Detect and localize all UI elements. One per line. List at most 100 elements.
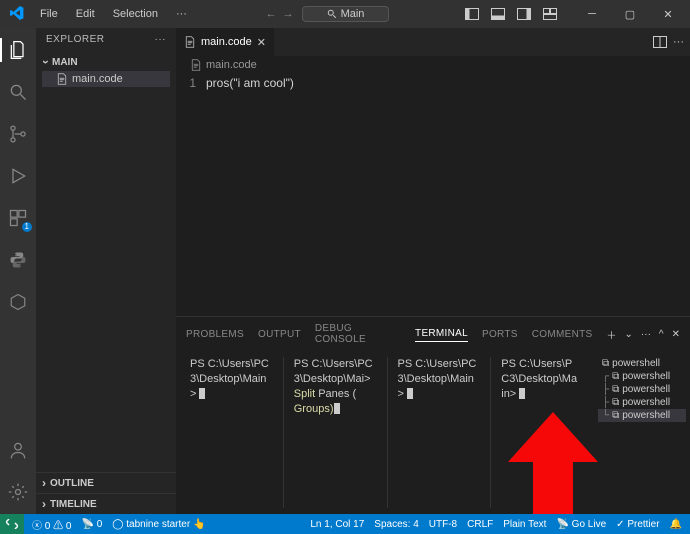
activity-extensions[interactable]: 1 [0, 202, 36, 234]
activity-source-control[interactable] [0, 118, 36, 150]
close-panel-icon[interactable]: ✕ [672, 329, 680, 340]
chevron-right-icon [42, 497, 46, 511]
cursor-icon [407, 388, 413, 399]
new-terminal-icon[interactable]: ＋ [607, 327, 617, 342]
file-icon [184, 36, 196, 48]
nav-back-icon[interactable]: ← [266, 8, 277, 20]
vscode-logo-icon [10, 6, 26, 22]
panel-tab-terminal[interactable]: TERMINAL [415, 326, 468, 342]
search-icon [327, 9, 337, 19]
status-bell-icon[interactable]: 🔔 [670, 519, 682, 530]
code-editor[interactable]: 1 pros("i am cool") [176, 74, 690, 316]
toggle-secondary-sidebar-icon[interactable] [512, 3, 536, 25]
panel-tab-output[interactable]: OUTPUT [258, 327, 301, 342]
editor-tabs: main.code ✕ ··· [176, 28, 690, 56]
tab-label: main.code [201, 36, 252, 48]
folder-section-header[interactable]: MAIN [42, 53, 170, 71]
outline-section[interactable]: OUTLINE [36, 472, 176, 493]
toggle-panel-icon[interactable] [486, 3, 510, 25]
panel-tab-ports[interactable]: PORTS [482, 327, 518, 342]
status-encoding[interactable]: UTF-8 [429, 519, 457, 530]
breadcrumb[interactable]: main.code [176, 56, 690, 74]
status-cursor-position[interactable]: Ln 1, Col 17 [310, 519, 364, 530]
cursor-icon [334, 403, 340, 414]
maximize-panel-icon[interactable]: ^ [659, 329, 664, 340]
menu-selection[interactable]: Selection [105, 6, 166, 22]
explorer-title: EXPLORER [46, 34, 104, 45]
terminal-pane-2[interactable]: PS C:\Users\PC 3\Desktop\Mai> Split Pane… [288, 357, 388, 508]
terminal-container: PS C:\Users\PC 3\Desktop\Main > PS C:\Us… [176, 351, 690, 514]
remote-indicator[interactable] [0, 514, 24, 534]
panel-tab-problems[interactable]: PROBLEMS [186, 327, 244, 342]
status-ports[interactable]: 📡 0 [81, 519, 102, 530]
explorer-more-icon[interactable]: ··· [155, 34, 167, 45]
cursor-icon [519, 388, 525, 399]
code-line: pros("i am cool") [206, 76, 294, 316]
activity-search[interactable] [0, 76, 36, 108]
split-terminal-dropdown-icon[interactable]: ⌄ [625, 329, 633, 340]
ps-icon: ⧉ [612, 384, 619, 395]
outline-label: OUTLINE [50, 478, 94, 489]
breadcrumb-label: main.code [206, 59, 257, 71]
terminal-list-item[interactable]: ├⧉powershell [598, 383, 686, 396]
minimize-button[interactable]: ─ [574, 2, 610, 26]
file-icon [190, 59, 202, 71]
status-bar: ⓧ 0 ⚠ 0 📡 0 ◯ tabnine starter 👆 Ln 1, Co… [0, 514, 690, 534]
panel-more-icon[interactable]: ··· [641, 329, 651, 340]
terminal-list-item[interactable]: ⧉powershell [598, 357, 686, 370]
menu-file[interactable]: File [32, 6, 66, 22]
activity-accounts[interactable] [0, 434, 36, 466]
bottom-panel: PROBLEMS OUTPUT DEBUG CONSOLE TERMINAL P… [176, 316, 690, 514]
ps-icon: ⧉ [612, 397, 619, 408]
extensions-badge: 1 [22, 222, 32, 232]
toggle-primary-sidebar-icon[interactable] [460, 3, 484, 25]
activity-run-debug[interactable] [0, 160, 36, 192]
activity-settings[interactable] [0, 476, 36, 508]
file-item-main[interactable]: main.code [42, 71, 170, 87]
maximize-button[interactable]: ▢ [612, 2, 648, 26]
tab-main-code[interactable]: main.code ✕ [176, 28, 275, 56]
terminal-pane-3[interactable]: PS C:\Users\PC 3\Desktop\Main > [392, 357, 492, 508]
ps-icon: ⧉ [612, 410, 619, 421]
status-language[interactable]: Plain Text [503, 519, 546, 530]
terminal-list: ⧉powershell ┌⧉powershell ├⧉powershell ├⧉… [598, 357, 686, 508]
command-center-search[interactable]: Main [302, 6, 390, 22]
timeline-section[interactable]: TIMELINE [36, 493, 176, 514]
terminal-list-item[interactable]: └⧉powershell [598, 409, 686, 422]
close-window-button[interactable]: ✕ [650, 2, 686, 26]
split-editor-icon[interactable] [653, 36, 667, 48]
editor-area: main.code ✕ ··· main.code 1 pros("i am c… [176, 28, 690, 514]
nav-forward-icon[interactable]: → [283, 8, 294, 20]
chevron-down-icon [44, 55, 48, 69]
close-tab-icon[interactable]: ✕ [257, 36, 266, 49]
status-golive[interactable]: 📡 Go Live [556, 519, 606, 530]
activity-explorer[interactable] [0, 34, 36, 66]
status-errors[interactable]: ⓧ 0 ⚠ 0 [32, 517, 71, 532]
status-prettier[interactable]: ✓ Prettier [616, 519, 659, 530]
terminal-pane-4[interactable]: PS C:\Users\P C3\Desktop\Ma in> [495, 357, 594, 508]
editor-more-icon[interactable]: ··· [673, 36, 684, 48]
menu-edit[interactable]: Edit [68, 6, 103, 22]
timeline-label: TIMELINE [50, 499, 97, 510]
chevron-right-icon [42, 476, 46, 490]
terminal-pane-1[interactable]: PS C:\Users\PC 3\Desktop\Main > [184, 357, 284, 508]
status-tabnine[interactable]: ◯ tabnine starter 👆 [112, 519, 205, 530]
activity-bar: 1 [0, 28, 36, 514]
terminal-list-item[interactable]: ├⧉powershell [598, 396, 686, 409]
status-eol[interactable]: CRLF [467, 519, 493, 530]
activity-hex-icon[interactable] [0, 286, 36, 318]
panel-tab-debug[interactable]: DEBUG CONSOLE [315, 321, 401, 347]
activity-python-icon[interactable] [0, 244, 36, 276]
terminal-list-item[interactable]: ┌⧉powershell [598, 370, 686, 383]
folder-name: MAIN [52, 57, 78, 68]
panel-tab-comments[interactable]: COMMENTS [532, 327, 593, 342]
explorer-sidebar: EXPLORER ··· MAIN main.code OUTLINE TIME… [36, 28, 176, 514]
status-indentation[interactable]: Spaces: 4 [374, 519, 418, 530]
line-number: 1 [176, 76, 206, 316]
ps-icon: ⧉ [612, 371, 619, 382]
menu-more[interactable]: ··· [168, 6, 195, 22]
file-label: main.code [72, 73, 123, 85]
customize-layout-icon[interactable] [538, 3, 562, 25]
file-icon [56, 73, 68, 85]
cursor-icon [199, 388, 205, 399]
